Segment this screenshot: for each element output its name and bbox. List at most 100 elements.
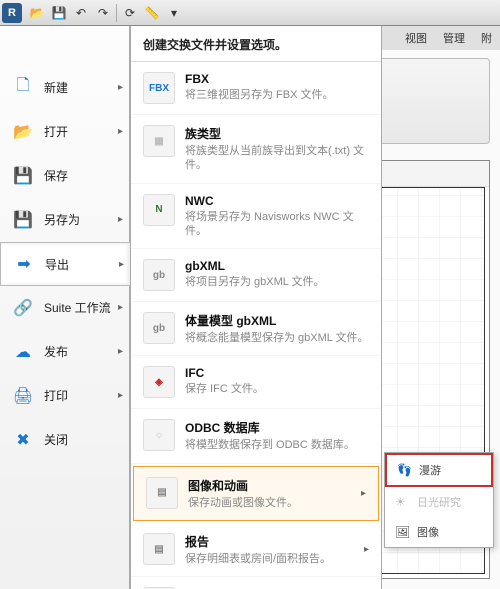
menu-label: 新建 bbox=[44, 79, 68, 96]
sub-desc: 将概念能量模型保存为 gbXML 文件。 bbox=[185, 331, 369, 345]
menu-label: 打印 bbox=[44, 387, 68, 404]
format-icon: ▦ bbox=[143, 125, 175, 157]
chevron-right-icon: ▸ bbox=[364, 544, 369, 555]
menu-label: 发布 bbox=[44, 343, 68, 360]
sub-title: 图像和动画 bbox=[188, 477, 357, 494]
chevron-right-icon: ▸ bbox=[118, 302, 123, 313]
menu-label: 打开 bbox=[44, 123, 68, 140]
sub-desc: 将模型数据保存到 ODBC 数据库。 bbox=[185, 438, 369, 452]
menu-export[interactable]: ➡ 导出 ▸ bbox=[0, 242, 130, 286]
flyout-label: 图像 bbox=[417, 524, 439, 540]
menu-label: 另存为 bbox=[44, 211, 80, 228]
export-选项[interactable]: ☑选项设置 CAD 和 IFC 的导出选项。▸ bbox=[131, 577, 381, 589]
export-报告[interactable]: ▤ 报告保存明细表或房间/面积报告。 ▸ bbox=[131, 523, 381, 577]
sub-desc: 保存 IFC 文件。 bbox=[185, 382, 369, 396]
close-icon: ✖ bbox=[10, 427, 36, 453]
app-logo[interactable]: R bbox=[2, 3, 22, 23]
menu-close[interactable]: ✖ 关闭 bbox=[0, 418, 129, 462]
tab-addin[interactable]: 附 bbox=[473, 30, 500, 46]
tab-manage[interactable]: 管理 bbox=[435, 30, 473, 46]
export-体量模型-gbxml[interactable]: gb 体量模型 gbXML 将概念能量模型保存为 gbXML 文件。 bbox=[131, 302, 381, 356]
format-icon: ◌ bbox=[143, 419, 175, 451]
sub-desc: 保存明细表或房间/面积报告。 bbox=[185, 552, 360, 566]
menu-open[interactable]: 📂 打开 ▸ bbox=[0, 110, 129, 154]
image-animation-flyout: 👣 漫游 ☀ 日光研究 🖼 图像 bbox=[384, 452, 494, 548]
export-icon: ➡ bbox=[11, 251, 37, 277]
export-submenu: 创建交换文件并设置选项。 FBX FBX 将三维视图另存为 FBX 文件。 ▦ 族类型将… bbox=[130, 26, 382, 589]
qat-undo-icon[interactable]: ↶ bbox=[70, 3, 92, 23]
sub-title: 体量模型 gbXML bbox=[185, 312, 369, 329]
chevron-right-icon: ▸ bbox=[361, 488, 366, 499]
menu-saveas[interactable]: 💾 另存为 ▸ bbox=[0, 198, 129, 242]
sub-desc: 将项目另存为 gbXML 文件。 bbox=[185, 275, 369, 289]
export-fbx[interactable]: FBX FBX 将三维视图另存为 FBX 文件。 bbox=[131, 62, 381, 115]
flyout-label: 漫游 bbox=[419, 462, 441, 478]
sub-title: FBX bbox=[185, 72, 369, 86]
menu-print[interactable]: 🖨 打印 ▸ bbox=[0, 374, 129, 418]
submenu-header: 创建交换文件并设置选项。 bbox=[131, 26, 381, 62]
chevron-right-icon: ▸ bbox=[118, 126, 123, 137]
sub-desc: 将三维视图另存为 FBX 文件。 bbox=[185, 88, 369, 102]
sub-desc: 保存动画或图像文件。 bbox=[188, 496, 357, 510]
export-odbc-数据库[interactable]: ◌ ODBC 数据库将模型数据保存到 ODBC 数据库。 bbox=[131, 409, 381, 463]
menu-label: 保存 bbox=[44, 167, 68, 184]
qat-redo-icon[interactable]: ↷ bbox=[92, 3, 114, 23]
menu-suite[interactable]: 🔗 Suite 工作流 ▸ bbox=[0, 286, 129, 330]
menu-save[interactable]: 💾 保存 bbox=[0, 154, 129, 198]
chevron-right-icon: ▸ bbox=[118, 346, 123, 357]
chevron-right-icon: ▸ bbox=[118, 82, 123, 93]
flyout-label: 日光研究 bbox=[417, 494, 461, 510]
qat-measure-icon[interactable]: 📏 bbox=[141, 3, 163, 23]
save-icon: 💾 bbox=[10, 163, 36, 189]
flyout-walkthrough[interactable]: 👣 漫游 bbox=[385, 453, 493, 487]
format-icon: ▤ bbox=[143, 533, 175, 565]
new-icon: 🗋 bbox=[10, 75, 36, 101]
menu-label: Suite 工作流 bbox=[44, 299, 111, 316]
qat-dropdown-icon[interactable]: ▾ bbox=[163, 3, 185, 23]
qat-save-icon[interactable]: 💾 bbox=[48, 3, 70, 23]
export-族类型[interactable]: ▦ 族类型将族类型从当前族导出到文本(.txt) 文件。 bbox=[131, 115, 381, 184]
format-icon: ◈ bbox=[143, 366, 175, 398]
format-icon: gb bbox=[143, 312, 175, 344]
sub-desc: 将场景另存为 Navisworks NWC 文件。 bbox=[185, 210, 369, 239]
chevron-right-icon: ▸ bbox=[118, 214, 123, 225]
qat-open-icon[interactable]: 📂 bbox=[26, 3, 48, 23]
publish-icon: ☁ bbox=[10, 339, 36, 365]
format-icon: FBX bbox=[143, 72, 175, 104]
chevron-right-icon: ▸ bbox=[119, 259, 124, 270]
open-icon: 📂 bbox=[10, 119, 36, 145]
export-图像和动画[interactable]: ▤ 图像和动画保存动画或图像文件。 ▸ bbox=[133, 466, 379, 521]
menu-label: 关闭 bbox=[44, 431, 68, 448]
sub-title: gbXML bbox=[185, 259, 369, 273]
sub-title: ODBC 数据库 bbox=[185, 419, 369, 436]
sub-title: NWC bbox=[185, 194, 369, 208]
export-gbxml[interactable]: gbgbXML 将项目另存为 gbXML 文件。 bbox=[131, 249, 381, 302]
saveas-icon: 💾 bbox=[10, 207, 36, 233]
menu-label: 导出 bbox=[45, 256, 69, 273]
flyout-image[interactable]: 🖼 图像 bbox=[385, 517, 493, 547]
app-menu: 🗋 新建 ▸ 📂 打开 ▸ 💾 保存 💾 另存为 ▸ ➡ 导出 ▸ 🔗 Suit… bbox=[0, 26, 130, 589]
sub-title: 族类型 bbox=[185, 125, 369, 142]
flyout-sun-study: ☀ 日光研究 bbox=[385, 487, 493, 517]
suite-icon: 🔗 bbox=[10, 295, 36, 321]
sun-icon: ☀ bbox=[395, 495, 411, 509]
footsteps-icon: 👣 bbox=[397, 463, 413, 477]
export-ifc[interactable]: ◈ IFC 保存 IFC 文件。 bbox=[131, 356, 381, 409]
format-icon: N bbox=[143, 194, 175, 226]
menu-publish[interactable]: ☁ 发布 ▸ bbox=[0, 330, 129, 374]
sub-title: 报告 bbox=[185, 533, 360, 550]
tab-view[interactable]: 视图 bbox=[397, 30, 435, 46]
menu-new[interactable]: 🗋 新建 ▸ bbox=[0, 66, 129, 110]
image-icon: 🖼 bbox=[395, 525, 411, 539]
quick-access-toolbar: R 📂 💾 ↶ ↷ ⟳ 📏 ▾ bbox=[0, 0, 500, 26]
export-nwc[interactable]: N NWC 将场景另存为 Navisworks NWC 文件。 bbox=[131, 184, 381, 250]
format-icon: gb bbox=[143, 259, 175, 291]
qat-sync-icon[interactable]: ⟳ bbox=[119, 3, 141, 23]
chevron-right-icon: ▸ bbox=[118, 390, 123, 401]
print-icon: 🖨 bbox=[10, 383, 36, 409]
ribbon-tabs: 视图 管理 附 bbox=[397, 26, 500, 50]
sub-desc: 将族类型从当前族导出到文本(.txt) 文件。 bbox=[185, 144, 369, 173]
separator bbox=[116, 4, 117, 22]
sub-title: IFC bbox=[185, 366, 369, 380]
format-icon: ▤ bbox=[146, 477, 178, 509]
